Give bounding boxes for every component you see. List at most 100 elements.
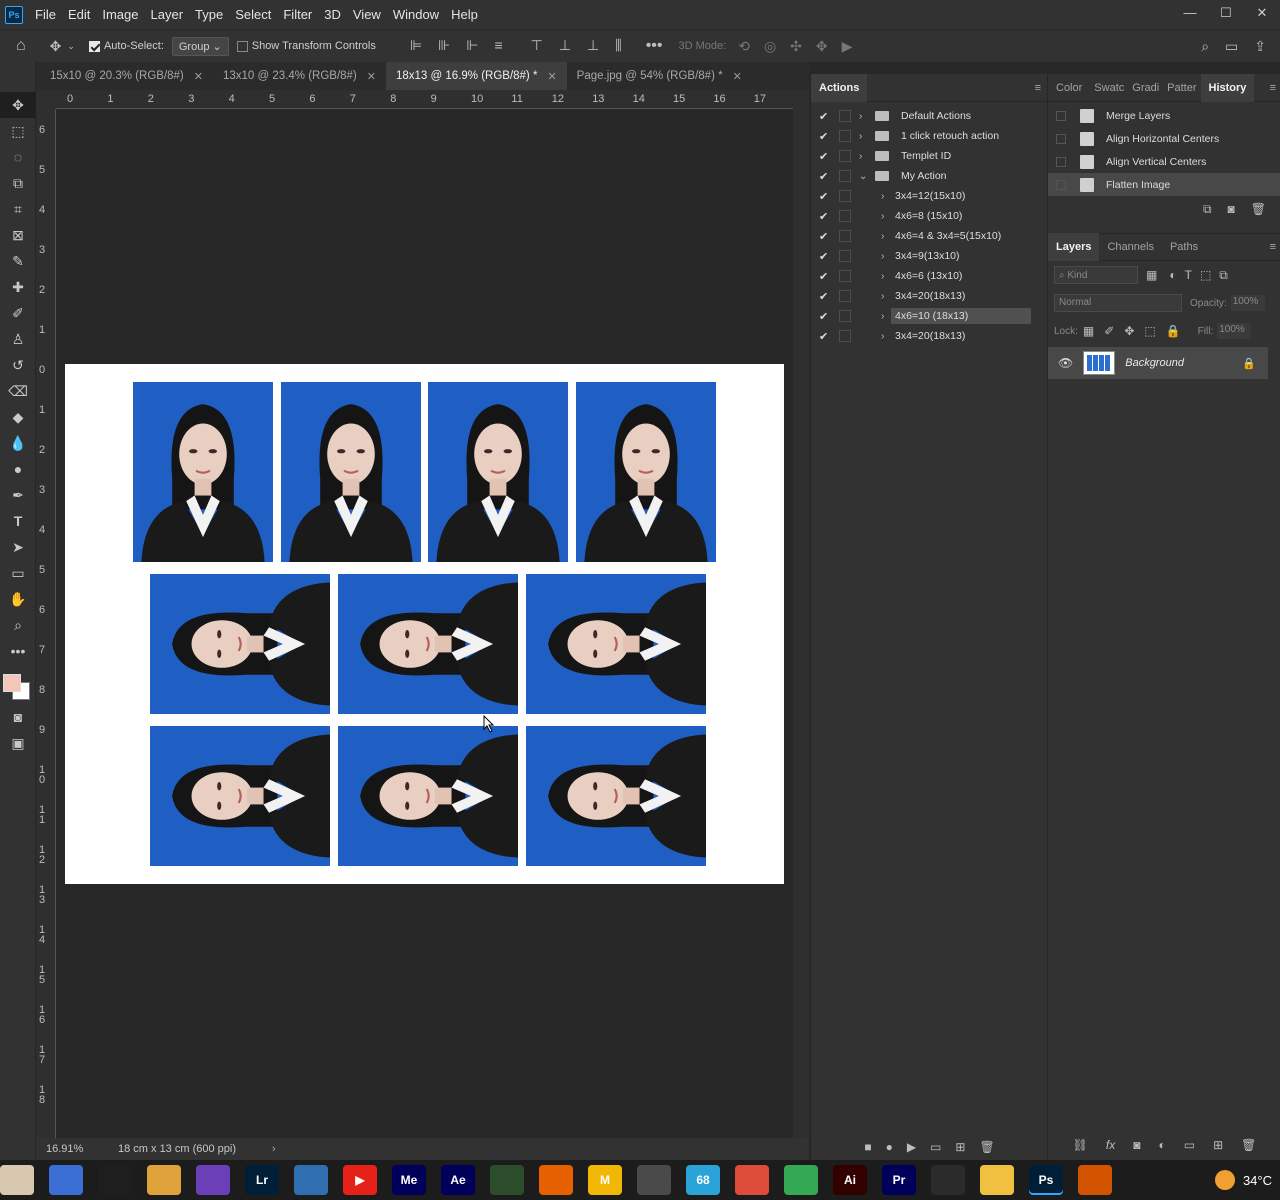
menu-help[interactable]: Help: [445, 7, 484, 22]
stop-icon[interactable]: ■: [864, 1140, 871, 1154]
screen-mode-icon[interactable]: ▣: [0, 730, 36, 756]
link-layers-icon[interactable]: ⛓: [1073, 1138, 1088, 1152]
tab-history[interactable]: History: [1200, 73, 1255, 102]
panel-menu-icon[interactable]: ≡: [1270, 241, 1276, 253]
m-app-icon[interactable]: M: [588, 1165, 622, 1195]
grid-app-icon[interactable]: [490, 1165, 524, 1195]
vscode-icon[interactable]: [98, 1165, 132, 1195]
vertical-scrollbar[interactable]: [793, 90, 809, 1138]
crop-tool-icon[interactable]: ⌗: [0, 196, 36, 222]
menu-edit[interactable]: Edit: [62, 7, 96, 22]
snapshot-icon[interactable]: ◙: [1228, 202, 1235, 217]
dialog-toggle-box[interactable]: [839, 230, 851, 242]
check-icon[interactable]: ✔: [819, 290, 833, 303]
panel-menu-icon[interactable]: ≡: [1035, 82, 1041, 94]
distribute-icon[interactable]: ≡: [494, 37, 502, 55]
rectangle-tool-icon[interactable]: ▭: [0, 560, 36, 586]
menu-3d[interactable]: 3D: [318, 7, 347, 22]
vertical-ruler[interactable]: 6 5 4 3 2 1 0 1 2 3 4 5 6 7 8 9 10 11 12 13 14 15 16 17 18: [36, 109, 56, 1138]
action-set-row[interactable]: ✔ › 1 click retouch action: [811, 126, 1047, 146]
close-tab-icon[interactable]: ✕: [367, 70, 376, 83]
paint-bucket-tool-icon[interactable]: ◆: [0, 404, 36, 430]
align-right-icon[interactable]: ⊩: [466, 37, 478, 55]
foreground-color-swatch[interactable]: [3, 674, 21, 692]
object-select-tool-icon[interactable]: ⧉: [0, 170, 36, 196]
smart-object-filter-icon[interactable]: ⧉: [1219, 268, 1228, 283]
video-editor-icon[interactable]: [196, 1165, 230, 1195]
align-center-icon[interactable]: ⊪: [438, 37, 450, 55]
blur-tool-icon[interactable]: 💧: [0, 430, 36, 456]
distribute-vertical-icon[interactable]: ⫼: [615, 37, 621, 55]
menu-window[interactable]: Window: [387, 7, 445, 22]
chevron-right-icon[interactable]: ›: [859, 151, 869, 162]
media-encoder-icon[interactable]: Me: [392, 1165, 426, 1195]
new-layer-icon[interactable]: ⊞: [1213, 1138, 1223, 1152]
menu-image[interactable]: Image: [96, 7, 144, 22]
more-options-icon[interactable]: •••: [646, 37, 663, 55]
layer-row-background[interactable]: 👁 Background 🔒: [1048, 347, 1268, 379]
zoom-level[interactable]: 16.91%: [46, 1143, 118, 1155]
lock-all-icon[interactable]: 🔒: [1166, 324, 1181, 338]
paint-app-icon[interactable]: [637, 1165, 671, 1195]
tab-swatches[interactable]: Swatc: [1090, 74, 1128, 102]
chevron-right-icon[interactable]: ›: [272, 1143, 276, 1155]
chevron-right-icon[interactable]: ›: [881, 231, 891, 242]
check-icon[interactable]: ✔: [819, 210, 833, 223]
chevron-right-icon[interactable]: ›: [881, 331, 891, 342]
marquee-tool-icon[interactable]: ⬚: [0, 118, 36, 144]
action-row[interactable]: ✔ › 3x4=12(15x10): [811, 186, 1047, 206]
action-set-row[interactable]: ✔ ⌄ My Action: [811, 166, 1047, 186]
dodge-tool-icon[interactable]: ●: [0, 456, 36, 482]
show-transform-checkbox[interactable]: [236, 40, 252, 52]
check-icon[interactable]: ✔: [819, 310, 833, 323]
healing-brush-tool-icon[interactable]: ✚: [0, 274, 36, 300]
temperature[interactable]: 34°C: [1243, 1173, 1272, 1188]
lock-image-icon[interactable]: ✐: [1104, 324, 1114, 338]
search-tool-icon[interactable]: [294, 1165, 328, 1195]
chevron-right-icon[interactable]: ›: [881, 251, 891, 262]
tab-actions[interactable]: Actions: [811, 73, 868, 102]
youtube-icon[interactable]: ▶: [343, 1165, 377, 1195]
dialog-toggle-box[interactable]: [839, 210, 851, 222]
dialog-toggle-box[interactable]: [839, 150, 851, 162]
adjustment-filter-icon[interactable]: ◐: [1169, 268, 1176, 282]
chevron-down-icon[interactable]: ⌄: [67, 41, 75, 52]
dialog-toggle-box[interactable]: [839, 330, 851, 342]
lightroom-icon[interactable]: Lr: [245, 1165, 279, 1195]
blend-mode-dropdown[interactable]: Normal: [1054, 294, 1182, 312]
chrome-icon[interactable]: [735, 1165, 769, 1195]
history-brush-source-box[interactable]: [1056, 156, 1066, 167]
new-document-from-state-icon[interactable]: ⧉: [1203, 202, 1212, 217]
menu-view[interactable]: View: [347, 7, 387, 22]
history-state-row[interactable]: Merge Layers: [1048, 104, 1280, 127]
tab-color[interactable]: Color: [1048, 74, 1090, 102]
dialog-toggle-box[interactable]: [839, 110, 851, 122]
play-icon[interactable]: ▶: [907, 1140, 916, 1154]
move-tool-icon[interactable]: ✥: [50, 38, 62, 55]
align-middle-icon[interactable]: ⊥: [559, 37, 571, 55]
horizontal-ruler[interactable]: 012345678910111213141516171: [56, 90, 800, 109]
layer-mask-icon[interactable]: ◙: [1133, 1138, 1140, 1152]
fx-icon[interactable]: fx: [1106, 1138, 1115, 1152]
history-brush-source-box[interactable]: [1056, 179, 1066, 190]
auto-select-dropdown[interactable]: Group ⌄: [171, 36, 229, 56]
action-row[interactable]: ✔ › 4x6=6 (13x10): [811, 266, 1047, 286]
pixel-filter-icon[interactable]: ▦: [1146, 268, 1157, 282]
history-state-row[interactable]: Flatten Image: [1048, 173, 1280, 196]
close-tab-icon[interactable]: ✕: [547, 70, 556, 83]
stamp-tool-icon[interactable]: ♙: [0, 326, 36, 352]
minimize-button[interactable]: —: [1172, 0, 1208, 29]
dialog-toggle-box[interactable]: [839, 170, 851, 182]
tab-page-jpg[interactable]: Page.jpg @ 54% (RGB/8#) * ✕: [566, 62, 752, 90]
home-icon[interactable]: ⌂: [16, 37, 26, 55]
dialog-toggle-box[interactable]: [839, 310, 851, 322]
action-set-row[interactable]: ✔ › Default Actions: [811, 106, 1047, 126]
menu-layer[interactable]: Layer: [145, 7, 190, 22]
tab-patterns[interactable]: Patter: [1163, 74, 1200, 102]
record-icon[interactable]: ●: [886, 1140, 893, 1154]
copilot-icon[interactable]: [49, 1165, 83, 1195]
history-brush-source-box[interactable]: [1056, 110, 1066, 121]
document-app-icon[interactable]: [1078, 1165, 1112, 1195]
dialog-toggle-box[interactable]: [839, 290, 851, 302]
opacity-input[interactable]: 100%: [1230, 295, 1265, 311]
